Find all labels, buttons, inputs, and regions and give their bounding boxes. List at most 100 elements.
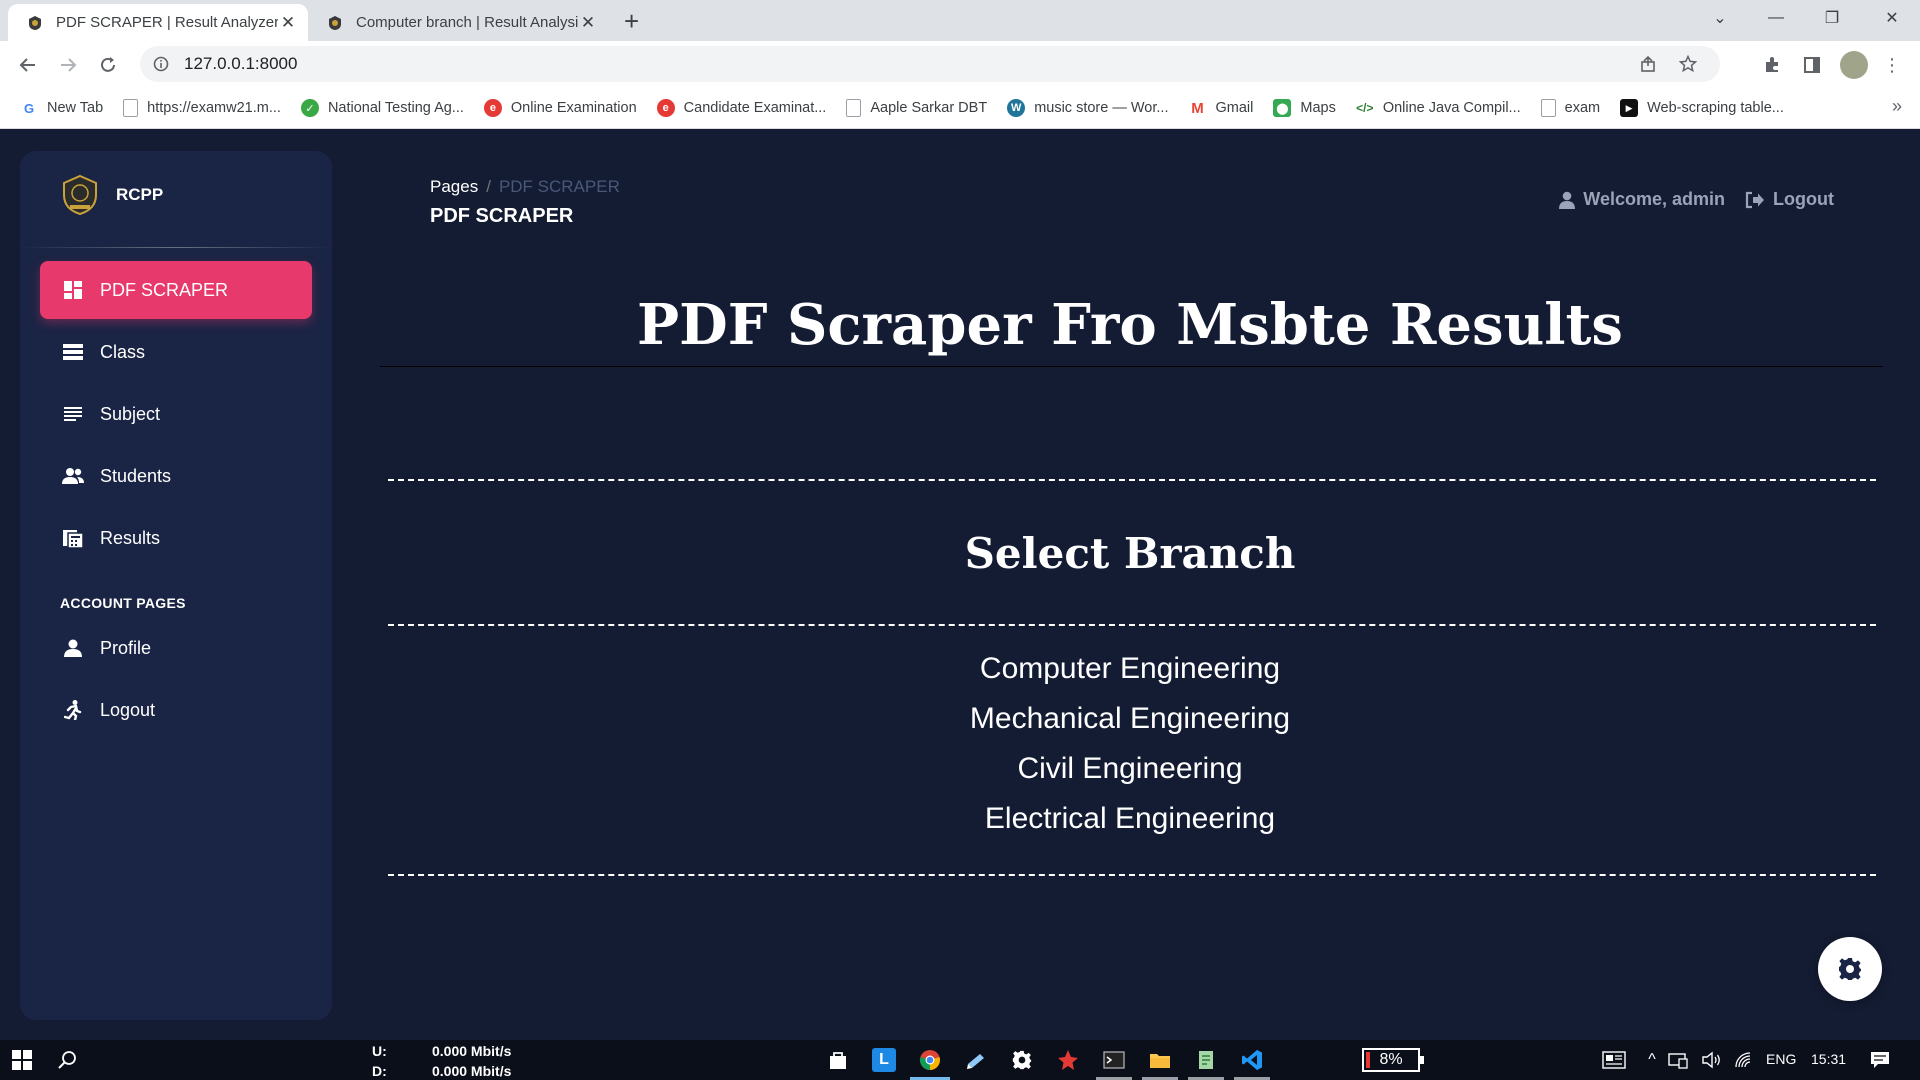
app-page: RCPP PDF SCRAPER Class Subject Students … bbox=[0, 129, 1920, 1040]
clock[interactable]: 15:31 bbox=[1811, 1051, 1846, 1067]
tab-close-icon[interactable]: ✕ bbox=[578, 13, 598, 33]
bookmark-item[interactable]: M Gmail bbox=[1188, 99, 1253, 117]
volume-icon[interactable] bbox=[1700, 1048, 1724, 1072]
tab-close-icon[interactable]: ✕ bbox=[278, 13, 298, 33]
terminal-icon[interactable] bbox=[1102, 1048, 1126, 1072]
branch-link-electrical[interactable]: Electrical Engineering bbox=[380, 802, 1880, 836]
minimize-icon[interactable]: — bbox=[1748, 0, 1804, 36]
settings-gear-icon[interactable] bbox=[1010, 1048, 1034, 1072]
store-icon[interactable] bbox=[826, 1048, 850, 1072]
bookmark-item[interactable]: ✓ National Testing Ag... bbox=[300, 99, 464, 117]
dashed-divider bbox=[388, 479, 1876, 485]
windows-taskbar: U: 0.000 Mbit/s D: 0.000 Mbit/s L 8% ^ E… bbox=[0, 1040, 1920, 1080]
site-info-icon[interactable] bbox=[152, 55, 170, 73]
bookmark-item[interactable]: e Candidate Examinat... bbox=[656, 99, 826, 117]
chevron-up-icon[interactable]: ^ bbox=[1640, 1048, 1664, 1072]
device-icon[interactable] bbox=[1666, 1048, 1690, 1072]
close-window-icon[interactable]: ✕ bbox=[1864, 0, 1920, 36]
breadcrumb-root[interactable]: Pages bbox=[430, 177, 478, 196]
bookmark-star-icon[interactable] bbox=[1678, 54, 1698, 74]
pen-app-icon[interactable] bbox=[964, 1048, 988, 1072]
extensions-icon[interactable] bbox=[1760, 53, 1784, 77]
sidebar-item-results[interactable]: Results bbox=[40, 509, 312, 567]
list-icon bbox=[62, 341, 84, 363]
main-headline: PDF Scraper Fro Msbte Results bbox=[637, 292, 1623, 358]
chrome-icon[interactable] bbox=[918, 1048, 942, 1072]
vscode-icon[interactable] bbox=[1240, 1048, 1264, 1072]
sidebar-item-pdf-scraper[interactable]: PDF SCRAPER bbox=[40, 261, 312, 319]
bookmark-item[interactable]: https://examw21.m... bbox=[123, 99, 281, 117]
menu-kebab-icon[interactable]: ⋮ bbox=[1880, 53, 1904, 77]
branch-link-computer[interactable]: Computer Engineering bbox=[380, 652, 1880, 686]
notepad-icon[interactable] bbox=[1194, 1048, 1218, 1072]
dashboard-icon bbox=[62, 279, 84, 301]
browser-tab-active[interactable]: PDF SCRAPER | Result Analyzer System ✕ bbox=[8, 4, 308, 41]
address-bar: 127.0.0.1:8000 ⋮ bbox=[0, 41, 1920, 88]
profile-avatar[interactable] bbox=[1840, 51, 1868, 79]
wordpress-icon: W bbox=[1007, 99, 1026, 117]
sidebar-item-label: Logout bbox=[100, 699, 156, 720]
page-icon bbox=[1540, 99, 1556, 117]
lines-icon bbox=[62, 403, 84, 425]
tab-title: PDF SCRAPER | Result Analyzer System bbox=[56, 14, 278, 31]
sign-out-icon bbox=[1745, 191, 1765, 208]
battery-indicator[interactable]: 8% bbox=[1362, 1048, 1424, 1072]
xbox-star-icon[interactable] bbox=[1056, 1048, 1080, 1072]
battery-tip bbox=[1420, 1056, 1424, 1064]
file-explorer-icon[interactable] bbox=[1148, 1048, 1172, 1072]
sidebar-item-class[interactable]: Class bbox=[40, 323, 312, 381]
wifi-icon[interactable] bbox=[1732, 1048, 1756, 1072]
battery-percent: 8% bbox=[1379, 1051, 1403, 1068]
brand-name: RCPP bbox=[116, 185, 164, 204]
news-widget-icon[interactable] bbox=[1602, 1048, 1626, 1072]
sidebar-item-logout[interactable]: Logout bbox=[40, 681, 312, 739]
sidebar-item-label: Class bbox=[100, 341, 146, 362]
language-indicator[interactable]: ENG bbox=[1766, 1051, 1796, 1067]
logout-text: Logout bbox=[1773, 189, 1834, 209]
google-icon: G bbox=[23, 100, 35, 116]
welcome-text: Welcome, admin bbox=[1583, 189, 1726, 209]
sidebar-item-profile[interactable]: Profile bbox=[40, 619, 312, 677]
bookmark-item[interactable]: ▶ Web-scraping table... bbox=[1620, 99, 1784, 117]
branch-link-civil[interactable]: Civil Engineering bbox=[380, 752, 1880, 786]
bookmark-item[interactable]: exam bbox=[1540, 99, 1600, 117]
back-icon[interactable] bbox=[14, 51, 42, 79]
page-title: PDF SCRAPER bbox=[430, 205, 574, 227]
bookmark-item[interactable]: ⬤ Maps bbox=[1273, 99, 1336, 117]
branch-link-mechanical[interactable]: Mechanical Engineering bbox=[380, 702, 1880, 736]
tab-title: Computer branch | Result Analysis bbox=[356, 14, 578, 31]
url-field[interactable]: 127.0.0.1:8000 bbox=[140, 46, 1720, 82]
maximize-icon[interactable]: ❐ bbox=[1804, 0, 1860, 36]
bookmark-item[interactable]: Aaple Sarkar DBT bbox=[846, 99, 987, 117]
sidebar-item-students[interactable]: Students bbox=[40, 447, 312, 505]
logout-link[interactable]: Logout bbox=[1745, 189, 1834, 210]
breadcrumb-separator: / bbox=[486, 177, 491, 196]
launcher-l-icon[interactable]: L bbox=[872, 1048, 896, 1072]
brand[interactable]: RCPP bbox=[58, 173, 163, 217]
page-icon bbox=[846, 99, 862, 117]
new-tab-button[interactable]: + bbox=[624, 8, 639, 34]
bookmark-item[interactable]: </> Online Java Compil... bbox=[1356, 99, 1521, 117]
user-icon bbox=[62, 637, 84, 659]
sidebar-item-label: Subject bbox=[100, 403, 161, 424]
browser-tab[interactable]: Computer branch | Result Analysis ✕ bbox=[308, 4, 608, 41]
browser-tabstrip: PDF SCRAPER | Result Analyzer System ✕ C… bbox=[0, 0, 1920, 41]
bookmark-item[interactable]: G New Tab bbox=[20, 99, 103, 117]
more-bookmarks-icon[interactable]: » bbox=[1892, 96, 1902, 117]
share-icon[interactable] bbox=[1638, 54, 1658, 74]
side-panel-icon[interactable] bbox=[1800, 53, 1824, 77]
bookmark-item[interactable]: Wmusic store — Wor... bbox=[1007, 99, 1168, 117]
settings-button[interactable] bbox=[1818, 937, 1882, 1001]
welcome-link[interactable]: Welcome, admin bbox=[1559, 189, 1725, 210]
tab-search-icon[interactable]: ⌄ bbox=[1692, 0, 1748, 36]
bookmark-item[interactable]: e Online Examination bbox=[483, 99, 637, 117]
forward-icon[interactable] bbox=[54, 51, 82, 79]
dashed-divider bbox=[388, 624, 1876, 630]
exam-icon: e bbox=[656, 99, 675, 117]
windows-start-icon[interactable] bbox=[10, 1048, 34, 1072]
sidebar-item-subject[interactable]: Subject bbox=[40, 385, 312, 443]
reload-icon[interactable] bbox=[94, 51, 122, 79]
notifications-icon[interactable] bbox=[1868, 1048, 1892, 1072]
net-up-value: 0.000 Mbit/s bbox=[432, 1043, 512, 1059]
search-icon[interactable] bbox=[56, 1048, 80, 1072]
